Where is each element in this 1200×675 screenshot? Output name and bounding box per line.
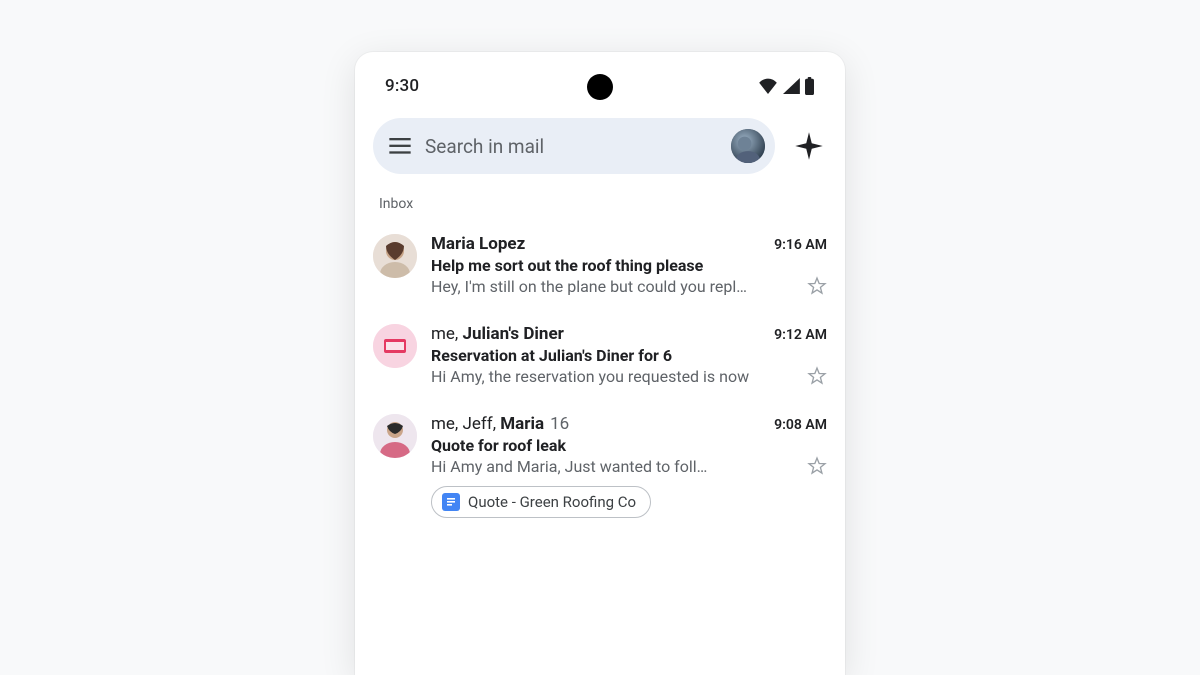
cellular-icon xyxy=(782,78,800,94)
search-placeholder: Search in mail xyxy=(425,135,731,158)
email-item[interactable]: me, Julian's Diner 9:12 AM Reservation a… xyxy=(373,310,827,400)
email-senders: me, Jeff, Maria16 xyxy=(431,414,569,434)
star-icon[interactable] xyxy=(807,456,827,476)
email-time: 9:12 AM xyxy=(774,327,827,343)
email-item[interactable]: me, Jeff, Maria16 9:08 AM Quote for roof… xyxy=(373,400,827,532)
email-snippet: Hi Amy, the reservation you requested is… xyxy=(431,367,797,386)
email-senders: me, Julian's Diner xyxy=(431,324,564,344)
status-clock: 9:30 xyxy=(385,76,419,96)
email-item[interactable]: Maria Lopez 9:16 AM Help me sort out the… xyxy=(373,220,827,310)
menu-icon[interactable] xyxy=(389,138,411,154)
sparkle-icon[interactable] xyxy=(791,131,827,161)
camera-punchhole xyxy=(587,74,613,100)
email-content: Maria Lopez 9:16 AM Help me sort out the… xyxy=(431,234,827,296)
attachment-label: Quote - Green Roofing Co xyxy=(468,493,636,511)
attachment-chip[interactable]: Quote - Green Roofing Co xyxy=(431,486,651,518)
email-subject: Reservation at Julian's Diner for 6 xyxy=(431,346,827,365)
sender-avatar xyxy=(373,234,417,278)
email-time: 9:16 AM xyxy=(774,237,827,253)
account-avatar[interactable] xyxy=(731,129,765,163)
status-icons xyxy=(758,77,815,95)
phone-frame: 9:30 Search in mail xyxy=(355,52,845,675)
star-icon[interactable] xyxy=(807,276,827,296)
email-senders: Maria Lopez xyxy=(431,234,525,254)
email-subject: Quote for roof leak xyxy=(431,436,827,455)
email-snippet: Hi Amy and Maria, Just wanted to foll… xyxy=(431,457,797,476)
email-content: me, Jeff, Maria16 9:08 AM Quote for roof… xyxy=(431,414,827,518)
battery-icon xyxy=(804,77,815,95)
status-bar: 9:30 xyxy=(373,70,827,118)
star-icon[interactable] xyxy=(807,366,827,386)
search-bar[interactable]: Search in mail xyxy=(373,118,775,174)
sender-avatar xyxy=(373,414,417,458)
sender-avatar xyxy=(373,324,417,368)
wifi-icon xyxy=(758,78,778,94)
email-time: 9:08 AM xyxy=(774,417,827,433)
doc-icon xyxy=(442,493,460,511)
email-snippet: Hey, I'm still on the plane but could yo… xyxy=(431,277,797,296)
email-subject: Help me sort out the roof thing please xyxy=(431,256,827,275)
search-row: Search in mail xyxy=(373,118,827,174)
inbox-label: Inbox xyxy=(379,196,821,212)
email-content: me, Julian's Diner 9:12 AM Reservation a… xyxy=(431,324,827,386)
